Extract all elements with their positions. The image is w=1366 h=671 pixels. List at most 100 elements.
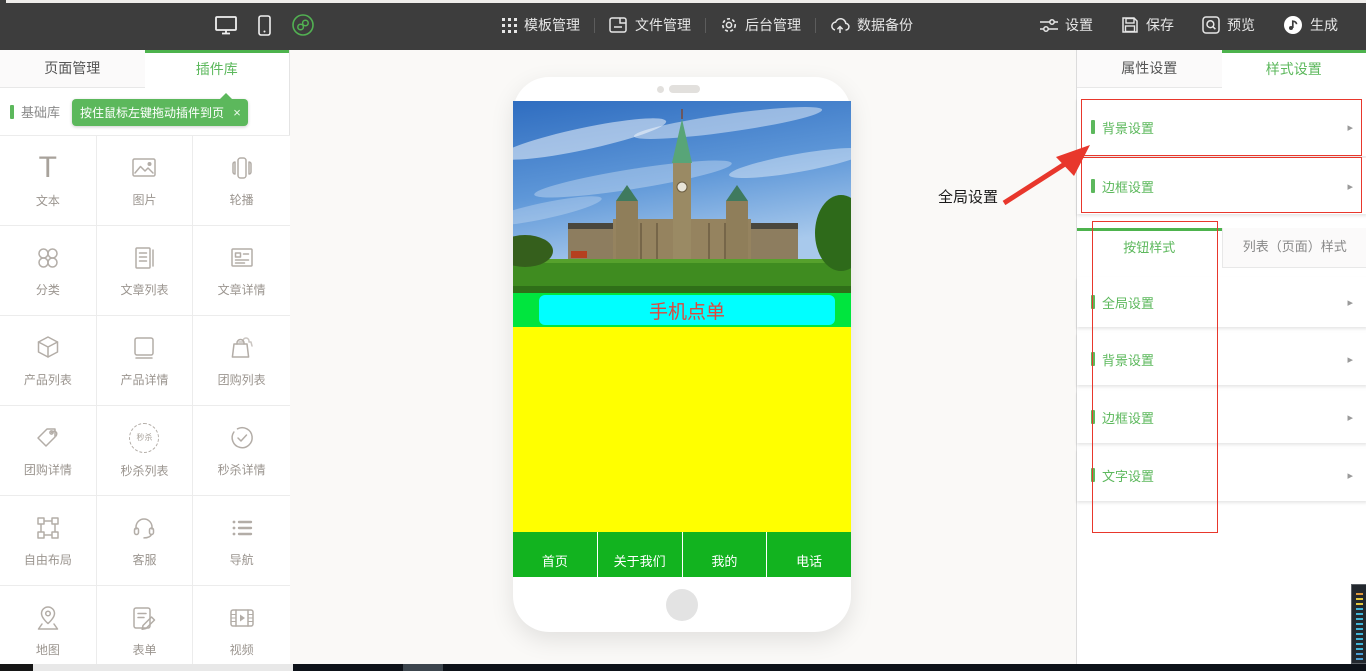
cloud-upload-icon — [830, 17, 850, 34]
section-marker — [10, 105, 14, 119]
nav-item-about[interactable]: 关于我们 — [597, 532, 682, 577]
scrollbar-thumb[interactable] — [33, 664, 293, 671]
generate-icon — [1283, 15, 1303, 35]
section-background-settings[interactable]: 背景设置 ▸ — [1077, 98, 1366, 156]
nav-item-mine[interactable]: 我的 — [682, 532, 767, 577]
phone-home-button — [666, 589, 698, 621]
topbar: 模板管理 文件管理 后台管理 数据备份 设置 — [0, 0, 1366, 50]
nav-item-phone[interactable]: 电话 — [766, 532, 851, 577]
nav-item-home[interactable]: 首页 — [513, 532, 597, 577]
tab-page-manage[interactable]: 页面管理 — [0, 50, 145, 88]
article-detail-icon — [228, 244, 256, 272]
plugin-video[interactable]: 视频 — [193, 586, 290, 664]
menu-backend-manage[interactable]: 后台管理 — [706, 15, 815, 35]
topbar-right-menu: 设置 保存 预览 生成 — [1026, 0, 1352, 50]
chevron-right-icon: ▸ — [1347, 353, 1353, 366]
chevron-right-icon: ▸ — [1347, 121, 1353, 134]
section-border-settings[interactable]: 边框设置 ▸ — [1077, 158, 1366, 214]
seckill-list-icon: 秒杀 — [129, 423, 159, 453]
plugin-free-layout[interactable]: 自由布局 — [0, 496, 97, 586]
plugin-product-list[interactable]: 产品列表 — [0, 316, 97, 406]
plugin-image[interactable]: 图片 — [97, 136, 194, 226]
free-layout-icon — [34, 514, 62, 542]
chevron-right-icon: ▸ — [1347, 469, 1353, 482]
button-global-settings[interactable]: 全局设置 ▸ — [1077, 277, 1366, 327]
tab-list-page-style[interactable]: 列表（页面）样式 — [1222, 228, 1366, 268]
plugin-seckill-list[interactable]: 秒杀 秒杀列表 — [97, 406, 194, 496]
plugin-map[interactable]: 地图 — [0, 586, 97, 664]
preview-button[interactable]: 预览 — [1188, 15, 1269, 35]
plugin-groupbuy-list[interactable]: 团购列表 — [193, 316, 290, 406]
plugin-article-detail[interactable]: 文章详情 — [193, 226, 290, 316]
plugin-nav[interactable]: 导航 — [193, 496, 290, 586]
scrollbar-track-left — [0, 664, 33, 671]
video-icon — [228, 604, 256, 632]
scrollbar-segment — [403, 664, 443, 671]
menu-data-backup[interactable]: 数据备份 — [816, 15, 927, 35]
menu-label: 文件管理 — [635, 15, 691, 35]
plugin-carousel[interactable]: 轮播 — [193, 136, 290, 226]
title-strip-widget[interactable]: 手机点单 — [513, 293, 851, 327]
groupbuy-list-icon — [228, 334, 256, 362]
generate-button[interactable]: 生成 — [1269, 15, 1352, 35]
annotation-label: 全局设置 — [938, 186, 998, 207]
button-text-settings[interactable]: 文字设置 ▸ — [1077, 449, 1366, 501]
content-area-widget[interactable] — [513, 327, 851, 532]
banner-image-widget[interactable] — [513, 101, 851, 293]
menu-template-manage[interactable]: 模板管理 — [488, 15, 594, 35]
text-icon: T — [39, 153, 57, 183]
menu-label: 预览 — [1227, 15, 1255, 35]
map-pin-icon — [34, 604, 62, 632]
tooltip-close-icon[interactable]: × — [226, 99, 248, 126]
menu-label: 生成 — [1310, 15, 1338, 35]
save-button[interactable]: 保存 — [1107, 15, 1188, 35]
tab-plugin-library[interactable]: 插件库 — [145, 50, 290, 88]
editor-canvas[interactable]: 手机点单 首页 关于我们 我的 电话 — [290, 50, 1076, 664]
title-button[interactable]: 手机点单 — [539, 295, 835, 325]
tab-property-settings[interactable]: 属性设置 — [1077, 50, 1222, 88]
link-icon[interactable] — [291, 13, 315, 37]
plugin-product-detail[interactable]: 产品详情 — [97, 316, 194, 406]
tab-style-settings[interactable]: 样式设置 — [1222, 50, 1366, 88]
tooltip-text: 按住鼠标左键拖动插件到页 — [80, 104, 224, 121]
preview-icon — [1202, 16, 1220, 34]
plugin-text[interactable]: T 文本 — [0, 136, 97, 226]
horizontal-scrollbar[interactable] — [0, 664, 1366, 671]
style-sub-tabs: 按钮样式 列表（页面）样式 — [1077, 228, 1366, 268]
bottom-nav-widget: 首页 关于我们 我的 电话 — [513, 532, 851, 577]
plugin-service[interactable]: 客服 — [97, 496, 194, 586]
menu-file-manage[interactable]: 文件管理 — [595, 15, 705, 35]
menu-label: 设置 — [1065, 15, 1093, 35]
settings-button[interactable]: 设置 — [1026, 15, 1107, 35]
grid-icon — [502, 18, 517, 33]
desktop-icon[interactable] — [214, 15, 238, 35]
menu-label: 模板管理 — [524, 15, 580, 35]
left-panel-tabs: 页面管理 插件库 — [0, 50, 289, 88]
plugin-form[interactable]: 表单 — [97, 586, 194, 664]
section-marker — [1091, 410, 1095, 424]
section-label: 基础库 — [21, 102, 60, 121]
category-icon — [34, 244, 62, 272]
section-marker — [1091, 120, 1095, 134]
plugin-category[interactable]: 分类 — [0, 226, 97, 316]
mobile-icon[interactable] — [258, 15, 271, 36]
seckill-detail-icon — [228, 424, 256, 452]
device-toggle-group — [214, 0, 315, 50]
plugin-seckill-detail[interactable]: 秒杀详情 — [193, 406, 290, 496]
menu-label: 保存 — [1146, 15, 1174, 35]
save-icon — [1121, 16, 1139, 34]
product-list-icon — [34, 334, 62, 362]
plugin-article-list[interactable]: 文章列表 — [97, 226, 194, 316]
menu-label: 后台管理 — [745, 15, 801, 35]
phone-mockup: 手机点单 首页 关于我们 我的 电话 — [513, 77, 851, 632]
mini-scroll-marker-widget[interactable] — [1351, 584, 1366, 664]
parliament-photo — [513, 101, 851, 293]
button-border-settings[interactable]: 边框设置 ▸ — [1077, 391, 1366, 443]
plugin-groupbuy-detail[interactable]: 团购详情 — [0, 406, 97, 496]
tab-button-style[interactable]: 按钮样式 — [1077, 228, 1222, 268]
phone-camera-dot — [657, 86, 664, 93]
button-background-settings[interactable]: 背景设置 ▸ — [1077, 333, 1366, 385]
section-marker — [1091, 352, 1095, 366]
file-icon — [609, 16, 628, 34]
product-detail-icon — [130, 334, 158, 362]
